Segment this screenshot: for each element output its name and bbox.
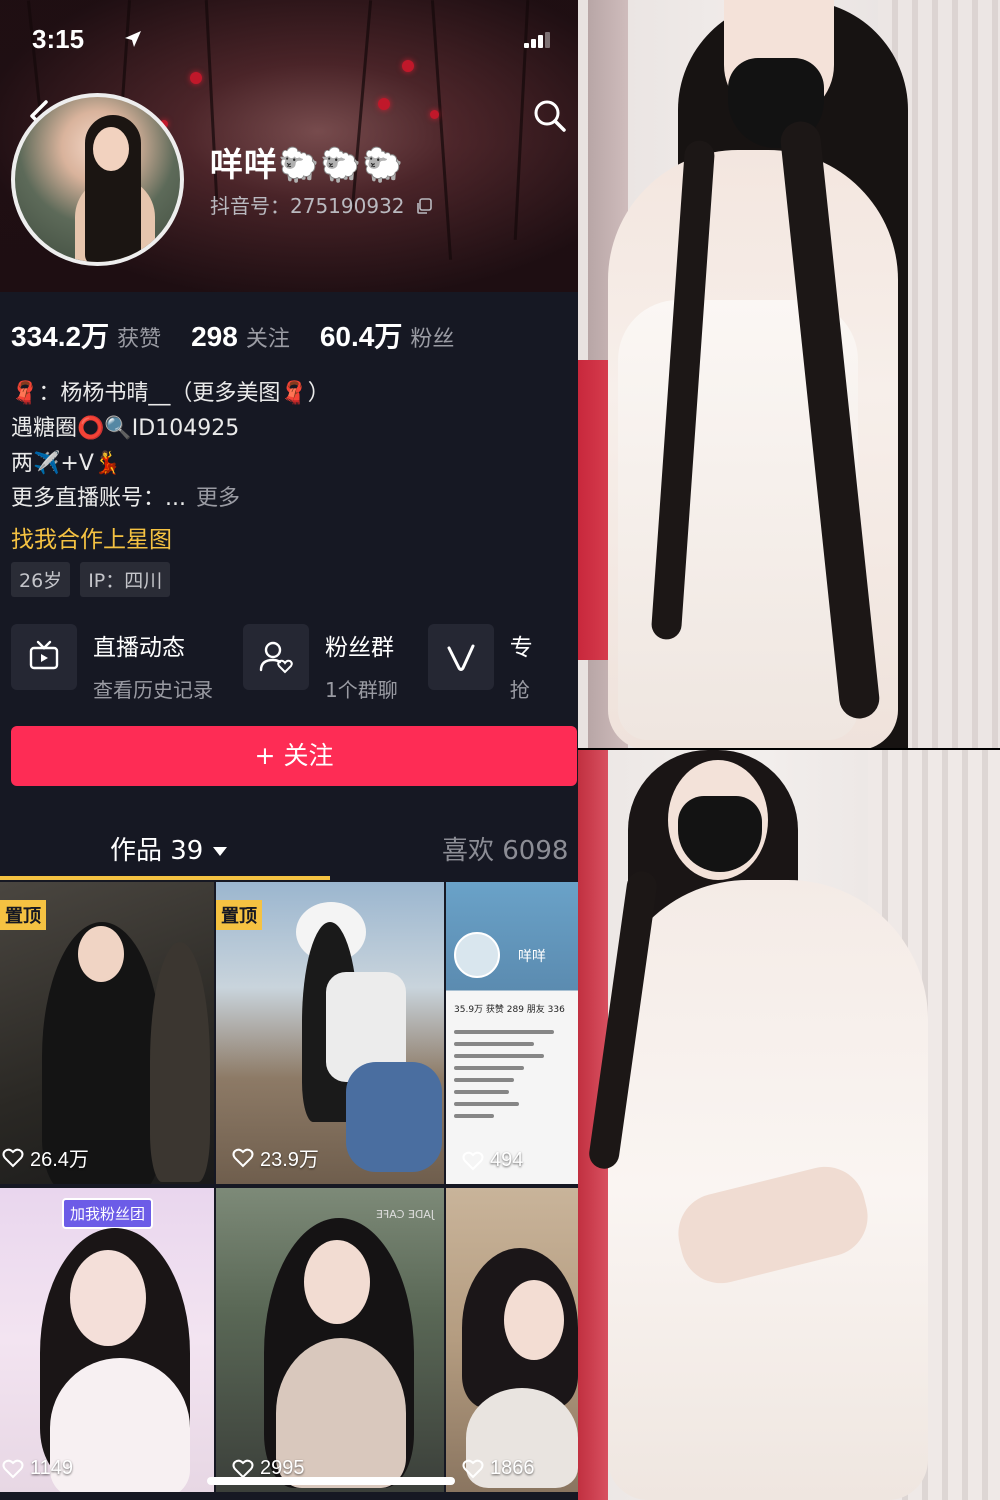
- stat-likes-label: 获赞: [117, 327, 162, 352]
- stat-following-value: 298: [191, 321, 238, 352]
- video-thumbnail[interactable]: 置顶 26.4万: [0, 882, 214, 1184]
- video-likes-count: 23.9万: [260, 1149, 319, 1171]
- age-tag: 26岁: [11, 562, 71, 597]
- video-thumbnail[interactable]: 咩咩 35.9万 获赞 289 朋友 336 494: [446, 882, 578, 1184]
- profile-nickname: 咩咩🐑🐑🐑: [210, 145, 405, 184]
- feature-row: 直播动态 查看历史记录 粉丝群 1个群聊 专 抢: [11, 624, 563, 703]
- signal-icon: [524, 32, 550, 48]
- heart-icon: [232, 1148, 254, 1167]
- live-tv-icon: [11, 624, 77, 690]
- stat-following-label: 关注: [245, 327, 290, 352]
- video-likes-count: 26.4万: [30, 1149, 89, 1171]
- video-likes: 23.9万: [232, 1143, 319, 1172]
- profile-screen: 3:15 咩咩🐑🐑🐑 抖音号：275190932 334.2万 获赞 298 关…: [0, 0, 578, 1500]
- search-icon: [534, 100, 566, 132]
- exclusive-entry[interactable]: 专 抢: [427, 624, 533, 703]
- home-indicator[interactable]: [207, 1477, 455, 1485]
- status-time: 3:15: [32, 24, 85, 54]
- bio-line: 遇糖圈⭕🔍ID104925: [11, 416, 240, 441]
- video-likes-count: 1866: [490, 1457, 535, 1479]
- video-likes: 494: [462, 1149, 523, 1172]
- stat-followers[interactable]: 60.4万 粉丝: [320, 315, 455, 355]
- bio-line-last: 更多直播账号：... 更多: [11, 481, 330, 516]
- video-thumbnail[interactable]: 加我粉丝团 1149: [0, 1188, 214, 1492]
- feature-subtitle: 查看历史记录: [93, 678, 213, 702]
- avatar[interactable]: [11, 93, 184, 266]
- stat-likes[interactable]: 334.2万 获赞: [11, 315, 161, 355]
- live-history-entry[interactable]: 直播动态 查看历史记录: [11, 624, 213, 703]
- cafe-sign: JADE CAFE: [376, 1208, 434, 1221]
- video-likes: 1149: [2, 1457, 73, 1480]
- video-thumbnail[interactable]: JADE CAFE 2995: [216, 1188, 444, 1492]
- bio-line: 两✈️+V💃: [11, 451, 122, 476]
- video-likes: 26.4万: [2, 1143, 89, 1172]
- user-heart-icon: [243, 624, 309, 690]
- feature-subtitle: 抢: [509, 678, 530, 702]
- location-arrow-icon: [125, 31, 141, 47]
- preview-stats: 35.9万 获赞 289 朋友 336: [454, 1005, 565, 1015]
- tab-works[interactable]: 作品 39: [110, 830, 228, 867]
- tab-likes[interactable]: 喜欢 6098: [442, 830, 568, 867]
- star-map-link[interactable]: 找我合作上星图: [11, 520, 172, 554]
- v-badge-icon: [427, 624, 494, 690]
- follow-button[interactable]: + 关注: [11, 726, 577, 786]
- status-bar: 3:15: [32, 24, 578, 60]
- stat-followers-value: 60.4万: [319, 321, 403, 352]
- bio-line: 更多直播账号：...: [11, 486, 186, 511]
- copy-icon[interactable]: [415, 197, 433, 215]
- pinned-badge: 置顶: [216, 900, 262, 930]
- pinned-badge: 置顶: [0, 900, 46, 930]
- photo-bottom: [578, 750, 1000, 1500]
- bio-line: 🧣：杨杨书晴__（更多美图🧣）: [11, 381, 330, 406]
- heart-icon: [462, 1151, 484, 1170]
- douyin-id-text: 抖音号：275190932: [210, 194, 405, 218]
- content-tabs: 作品 39 喜欢 6098: [0, 826, 578, 882]
- caret-down-icon: [213, 847, 228, 856]
- video-likes-count: 1149: [30, 1457, 74, 1479]
- stat-likes-value: 334.2万: [11, 321, 110, 352]
- tab-works-label: 作品 39: [110, 836, 204, 866]
- video-thumbnail[interactable]: 置顶 23.9万: [216, 882, 444, 1184]
- profile-tags: 26岁 IP：四川: [11, 562, 180, 597]
- heart-icon: [462, 1459, 484, 1478]
- stat-followers-label: 粉丝: [410, 327, 455, 352]
- douyin-id[interactable]: 抖音号：275190932: [210, 190, 433, 219]
- heart-icon: [2, 1148, 24, 1167]
- active-tab-indicator: [0, 876, 330, 880]
- heart-icon: [2, 1459, 24, 1478]
- preview-name: 咩咩: [518, 949, 546, 965]
- video-likes-count: 494: [490, 1149, 524, 1171]
- bio-more-link[interactable]: 更多: [196, 486, 240, 511]
- ip-tag: IP：四川: [80, 562, 171, 597]
- heart-icon: [232, 1459, 254, 1478]
- photo-top: [578, 0, 1000, 748]
- feature-title: 专: [509, 635, 533, 661]
- profile-stats: 334.2万 获赞 298 关注 60.4万 粉丝: [11, 315, 484, 355]
- fan-group-sticker: 加我粉丝团: [62, 1198, 154, 1229]
- feature-title: 粉丝群: [325, 635, 394, 661]
- feature-subtitle: 1个群聊: [325, 678, 398, 702]
- video-thumbnail[interactable]: 1866: [446, 1188, 578, 1492]
- search-button[interactable]: [530, 96, 570, 136]
- stat-following[interactable]: 298 关注: [191, 321, 290, 353]
- feature-title: 直播动态: [93, 635, 185, 661]
- profile-bio: 🧣：杨杨书晴__（更多美图🧣） 遇糖圈⭕🔍ID104925 两✈️+V💃 更多直…: [11, 376, 330, 516]
- fan-group-entry[interactable]: 粉丝群 1个群聊: [243, 624, 398, 703]
- video-likes: 1866: [462, 1457, 535, 1480]
